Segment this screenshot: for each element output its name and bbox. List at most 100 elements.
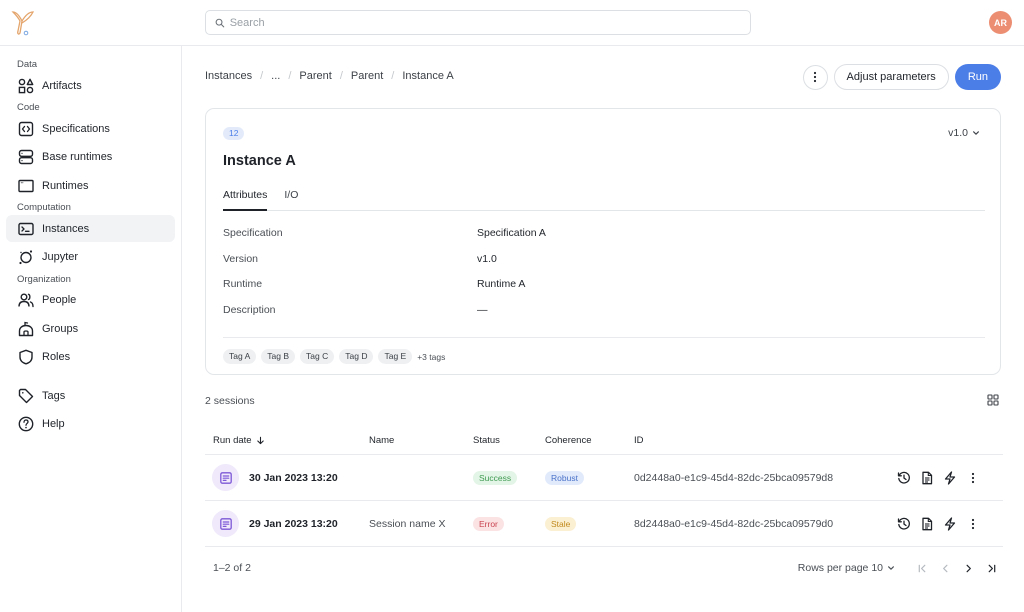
- first-page-icon: [918, 564, 926, 572]
- tab-bar: Attributes I/O: [223, 189, 985, 211]
- run-date: 29 Jan 2023 13:20: [249, 517, 338, 530]
- tab-attributes[interactable]: Attributes: [223, 189, 268, 211]
- row-more-button[interactable]: [961, 468, 984, 488]
- cell-id: 0d2448a0-e1c9-45d4-82dc-25bca09579d8: [634, 471, 834, 484]
- attribute-row: Specification Specification A: [223, 227, 985, 253]
- attribute-label: Version: [223, 252, 259, 265]
- logo-icon: [11, 11, 35, 36]
- breadcrumb-item-parent[interactable]: Parent: [299, 70, 331, 82]
- chevron-down-icon: [973, 131, 979, 135]
- cell-coherence: Stale: [545, 516, 634, 531]
- code-icon: [17, 120, 34, 137]
- last-page-button[interactable]: [980, 558, 1003, 578]
- sidebar-item-roles[interactable]: Roles: [6, 344, 175, 371]
- table-row[interactable]: 30 Jan 2023 13:20 Success Robust 0d2448a…: [205, 455, 1003, 501]
- next-page-button[interactable]: [957, 558, 980, 578]
- cell-status: Error: [473, 516, 545, 531]
- tab-io[interactable]: I/O: [284, 189, 298, 211]
- sessions-table: Run date Name Status Coherence ID 30 Jan…: [205, 427, 1003, 547]
- kebab-icon: [971, 472, 974, 483]
- column-name: Name: [369, 435, 395, 446]
- version-select[interactable]: v1.0: [948, 127, 980, 139]
- sidebar-item-label: People: [42, 294, 77, 306]
- breadcrumb-current: Instance A: [402, 70, 454, 82]
- sidebar-section-computation: Computation: [17, 202, 71, 213]
- search-input[interactable]: [229, 16, 750, 29]
- tag-chip[interactable]: Tag A: [223, 349, 257, 364]
- logs-button[interactable]: [915, 468, 938, 488]
- breadcrumb-item-parent[interactable]: Parent: [351, 70, 383, 82]
- cell-run-date: 29 Jan 2023 13:20: [205, 510, 369, 537]
- breadcrumb-separator: /: [260, 70, 264, 82]
- breadcrumb-item-ellipsis[interactable]: ...: [271, 70, 280, 82]
- row-more-button[interactable]: [961, 514, 984, 534]
- instance-card: 12 v1.0 Instance A Attributes I/O Specif…: [205, 108, 1001, 375]
- more-options-button[interactable]: [802, 64, 828, 90]
- column-id: ID: [634, 435, 644, 446]
- pagination: Rows per page 10: [798, 558, 1003, 578]
- logs-button[interactable]: [915, 514, 938, 534]
- trigger-button[interactable]: [938, 514, 961, 534]
- groups-icon: [17, 320, 34, 337]
- sidebar-item-people[interactable]: People: [6, 287, 175, 314]
- tag-chip[interactable]: Tag B: [261, 349, 296, 364]
- previous-page-button[interactable]: [934, 558, 957, 578]
- tag-chip[interactable]: Tag E: [378, 349, 413, 364]
- history-button[interactable]: [892, 468, 915, 488]
- sidebar: Data Artifacts Code Specifications Base …: [0, 46, 182, 612]
- grid-view-button[interactable]: [987, 394, 999, 406]
- trigger-button[interactable]: [938, 468, 961, 488]
- terminal-icon: [17, 220, 34, 237]
- coherence-badge: Stale: [545, 516, 577, 531]
- sidebar-item-base-runtimes[interactable]: Base runtimes: [6, 144, 175, 171]
- tag-icon: [17, 387, 34, 404]
- cell-id: 8d2448a0-e1c9-45d4-82dc-25bca09579d0: [634, 517, 834, 530]
- first-page-button[interactable]: [911, 558, 934, 578]
- page-title: Instance A: [223, 153, 296, 169]
- sidebar-item-help[interactable]: Help: [6, 411, 175, 438]
- breadcrumb-item-instances[interactable]: Instances: [205, 70, 252, 82]
- sidebar-item-artifacts[interactable]: Artifacts: [6, 72, 175, 99]
- sidebar-item-specifications[interactable]: Specifications: [6, 115, 175, 142]
- pagination-range: 1–2 of 2: [213, 562, 251, 574]
- attribute-value: v1.0: [477, 252, 497, 265]
- table-row[interactable]: 29 Jan 2023 13:20 Session name X Error S…: [205, 501, 1003, 547]
- rows-per-page-select[interactable]: Rows per page 10: [798, 562, 895, 574]
- breadcrumb-separator: /: [339, 70, 343, 82]
- tag-chip[interactable]: Tag C: [300, 349, 335, 364]
- history-button[interactable]: [892, 514, 915, 534]
- attribute-label: Description: [223, 303, 276, 316]
- kebab-icon: [971, 518, 974, 529]
- sidebar-item-label: Specifications: [42, 122, 110, 135]
- column-run-date[interactable]: Run date: [205, 435, 369, 446]
- history-icon: [897, 471, 910, 484]
- search-box[interactable]: [205, 10, 751, 35]
- attribute-label: Specification: [223, 227, 283, 239]
- avatar[interactable]: AR: [989, 11, 1012, 34]
- top-bar: AR: [0, 0, 1024, 46]
- run-date: 30 Jan 2023 13:20: [249, 471, 338, 484]
- version-select-value: v1.0: [948, 127, 968, 139]
- sessions-count: 2 sessions: [205, 395, 255, 407]
- sort-down-icon: [256, 436, 264, 445]
- more-tags-link[interactable]: +3 tags: [417, 352, 445, 362]
- breadcrumb: Instances / ... / Parent / Parent / Inst…: [205, 70, 454, 82]
- attribute-row: Runtime Runtime A: [223, 278, 985, 304]
- attribute-label: Runtime: [223, 278, 263, 290]
- sidebar-item-jupyter[interactable]: Jupyter: [6, 244, 175, 271]
- adjust-parameters-button[interactable]: Adjust parameters: [833, 64, 949, 90]
- run-button[interactable]: Run: [954, 64, 1001, 90]
- server-icon: [17, 149, 34, 166]
- session-icon: [212, 464, 239, 491]
- sidebar-item-instances[interactable]: Instances: [6, 215, 175, 242]
- sidebar-item-label: Artifacts: [42, 79, 82, 92]
- logo[interactable]: [10, 9, 36, 37]
- sidebar-item-groups[interactable]: Groups: [6, 315, 175, 342]
- attributes-list: Specification Specification A Version v1…: [223, 227, 985, 329]
- sidebar-item-label: Instances: [42, 222, 90, 235]
- tag-chip[interactable]: Tag D: [339, 349, 374, 364]
- table-footer: 1–2 of 2 Rows per page 10: [205, 556, 1003, 580]
- document-icon: [921, 517, 932, 530]
- sidebar-item-tags[interactable]: Tags: [6, 382, 175, 409]
- sidebar-item-runtimes[interactable]: Runtimes: [6, 172, 175, 199]
